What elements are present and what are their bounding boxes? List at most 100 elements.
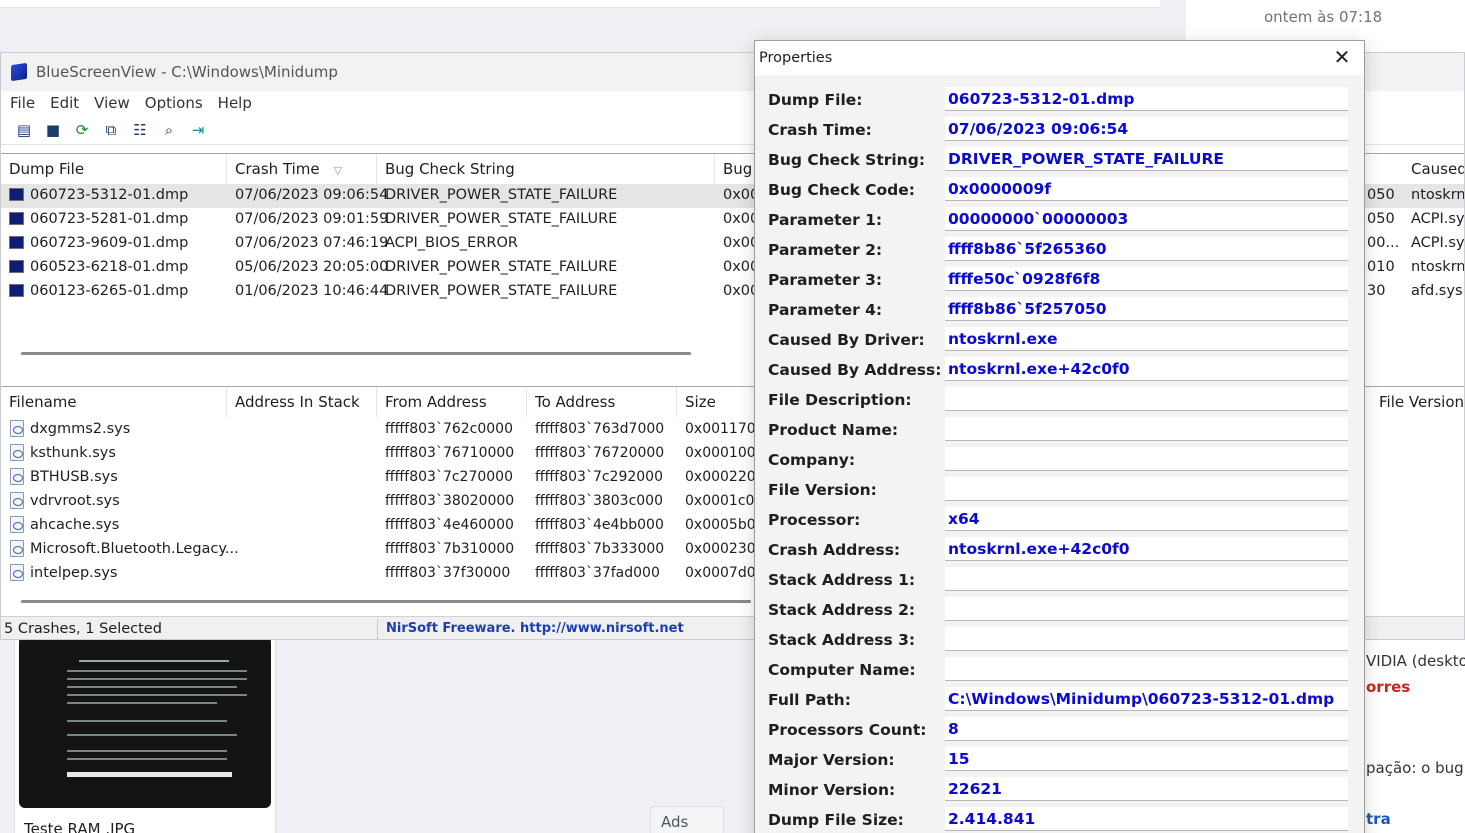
property-value[interactable]: ntoskrnl.exe+42c0f0 — [945, 357, 1348, 381]
driver-filename: intelpep.sys — [30, 565, 118, 581]
property-label: Caused By Address: — [768, 361, 942, 379]
dump-file-name: 060723-9609-01.dmp — [30, 235, 189, 251]
column-crash-time[interactable]: Crash Time ▽ — [227, 154, 377, 184]
from-address: fffff803`762c0000 — [385, 421, 513, 437]
property-label: Parameter 1: — [768, 211, 883, 229]
column-to-address[interactable]: To Address — [527, 387, 677, 417]
property-value[interactable]: 15 — [945, 747, 1348, 771]
column-bug-check-string[interactable]: Bug Check String — [377, 154, 715, 184]
nirsoft-link[interactable]: NirSoft Freeware. http://www.nirsoft.net — [386, 621, 684, 636]
property-row: Computer Name: — [755, 655, 1366, 685]
from-address: fffff803`7b310000 — [385, 541, 515, 557]
property-value[interactable] — [945, 447, 1348, 471]
property-row: Bug Check String: DRIVER_POWER_STATE_FAIL… — [755, 145, 1366, 175]
property-row: Parameter 4: ffff8b86`5f257050 — [755, 295, 1366, 325]
property-value[interactable]: 00000000`00000003 — [945, 207, 1348, 231]
property-value[interactable]: x64 — [945, 507, 1348, 531]
property-value[interactable]: ntoskrnl.exe — [945, 327, 1348, 351]
property-value[interactable]: ffff8b86`5f265360 — [945, 237, 1348, 261]
property-value[interactable] — [945, 567, 1348, 591]
close-icon[interactable]: ✕ — [1330, 46, 1354, 70]
column-bug-check-code[interactable]: Bug — [715, 154, 755, 184]
property-value[interactable] — [945, 477, 1348, 501]
size: 0x00117000 — [685, 421, 755, 437]
to-address: fffff803`7c292000 — [535, 469, 663, 485]
column-dump-file[interactable]: Dump File — [1, 154, 227, 184]
hidden-column-tail: 010 — [1367, 259, 1395, 275]
column-address-in-stack[interactable]: Address In Stack — [227, 387, 377, 417]
bluescreenview-app-icon — [11, 62, 27, 82]
horizontal-scrollbar[interactable] — [21, 600, 751, 603]
refresh-icon[interactable]: ⟳ — [71, 119, 93, 141]
property-label: Parameter 2: — [768, 241, 883, 259]
html-report-icon[interactable]: ☷ — [129, 119, 151, 141]
dump-file-icon — [9, 236, 24, 249]
bug-check-string: DRIVER_POWER_STATE_FAILURE — [385, 259, 618, 275]
property-value[interactable] — [945, 387, 1348, 411]
property-value[interactable]: 0x0000009f — [945, 177, 1348, 201]
dump-file-icon — [9, 260, 24, 273]
bug-check-string: DRIVER_POWER_STATE_FAILURE — [385, 211, 618, 227]
post-link[interactable]: tra — [1366, 810, 1391, 828]
property-row: Stack Address 3: — [755, 625, 1366, 655]
hidden-column-tail: 050 — [1367, 211, 1395, 227]
properties-icon[interactable]: ▤ — [13, 119, 35, 141]
save-icon[interactable]: ■ — [42, 119, 64, 141]
property-value[interactable] — [945, 627, 1348, 651]
column-file-version[interactable]: File Version — [1371, 387, 1464, 417]
dialog-title: Properties — [759, 50, 833, 66]
bug-check-string: ACPI_BIOS_ERROR — [385, 235, 518, 251]
property-label: Stack Address 2: — [768, 601, 916, 619]
driver-filename: vdrvroot.sys — [30, 493, 120, 509]
property-value[interactable]: 22621 — [945, 777, 1348, 801]
column-filename[interactable]: Filename — [1, 387, 227, 417]
property-label: Crash Time: — [768, 121, 872, 139]
menu-edit[interactable]: Edit — [50, 94, 79, 112]
driver-file-icon — [10, 516, 24, 533]
property-value[interactable]: ffffe50c`0928f6f8 — [945, 267, 1348, 291]
property-row: Crash Address: ntoskrnl.exe+42c0f0 — [755, 535, 1366, 565]
dialog-titlebar[interactable]: Properties — [755, 41, 1364, 75]
property-label: Minor Version: — [768, 781, 896, 799]
bug-check-string: DRIVER_POWER_STATE_FAILURE — [385, 283, 618, 299]
property-value[interactable]: 2.414.841 — [945, 807, 1348, 831]
property-value[interactable] — [945, 657, 1348, 681]
property-value[interactable]: 8 — [945, 717, 1348, 741]
menu-view[interactable]: View — [94, 94, 130, 112]
property-label: Company: — [768, 451, 856, 469]
from-address: fffff803`4e460000 — [385, 517, 514, 533]
attachment-thumbnail[interactable] — [19, 636, 271, 808]
size: 0x0005b000 — [685, 517, 755, 533]
driver-file-icon — [10, 540, 24, 557]
property-label: Full Path: — [768, 691, 851, 709]
status-divider — [377, 619, 378, 639]
property-value[interactable]: ntoskrnl.exe+42c0f0 — [945, 537, 1348, 561]
property-value[interactable]: 07/06/2023 09:06:54 — [945, 117, 1348, 141]
property-row: Parameter 1: 00000000`00000003 — [755, 205, 1366, 235]
column-size[interactable]: Size — [677, 387, 755, 417]
post-timestamp: ontem às 07:18 — [1264, 8, 1383, 26]
ads-button[interactable]: Ads — [650, 806, 724, 833]
from-address: fffff803`76710000 — [385, 445, 515, 461]
to-address: fffff803`3803c000 — [535, 493, 663, 509]
column-caused-by-driver[interactable]: Caused I — [1403, 154, 1464, 184]
attachment-caption[interactable]: Teste RAM .JPG — [24, 820, 135, 833]
horizontal-scrollbar[interactable] — [21, 352, 691, 355]
column-from-address[interactable]: From Address — [377, 387, 527, 417]
property-value[interactable]: DRIVER_POWER_STATE_FAILURE — [945, 147, 1348, 171]
property-value[interactable] — [945, 597, 1348, 621]
size: 0x0001c000 — [685, 493, 755, 509]
from-address: fffff803`7c270000 — [385, 469, 513, 485]
find-icon[interactable]: ⌕ — [158, 119, 180, 141]
exit-icon[interactable]: ⇥ — [187, 119, 209, 141]
property-value[interactable]: C:\Windows\Minidump\060723-5312-01.dmp — [945, 687, 1348, 711]
property-value[interactable] — [945, 417, 1348, 441]
copy-icon[interactable]: ⧉ — [100, 119, 122, 141]
menu-options[interactable]: Options — [145, 94, 203, 112]
property-value[interactable]: 060723-5312-01.dmp — [945, 87, 1348, 111]
menu-help[interactable]: Help — [218, 94, 252, 112]
driver-file-icon — [10, 564, 24, 581]
property-label: Bug Check String: — [768, 151, 926, 169]
property-value[interactable]: ffff8b86`5f257050 — [945, 297, 1348, 321]
menu-file[interactable]: File — [10, 94, 35, 112]
